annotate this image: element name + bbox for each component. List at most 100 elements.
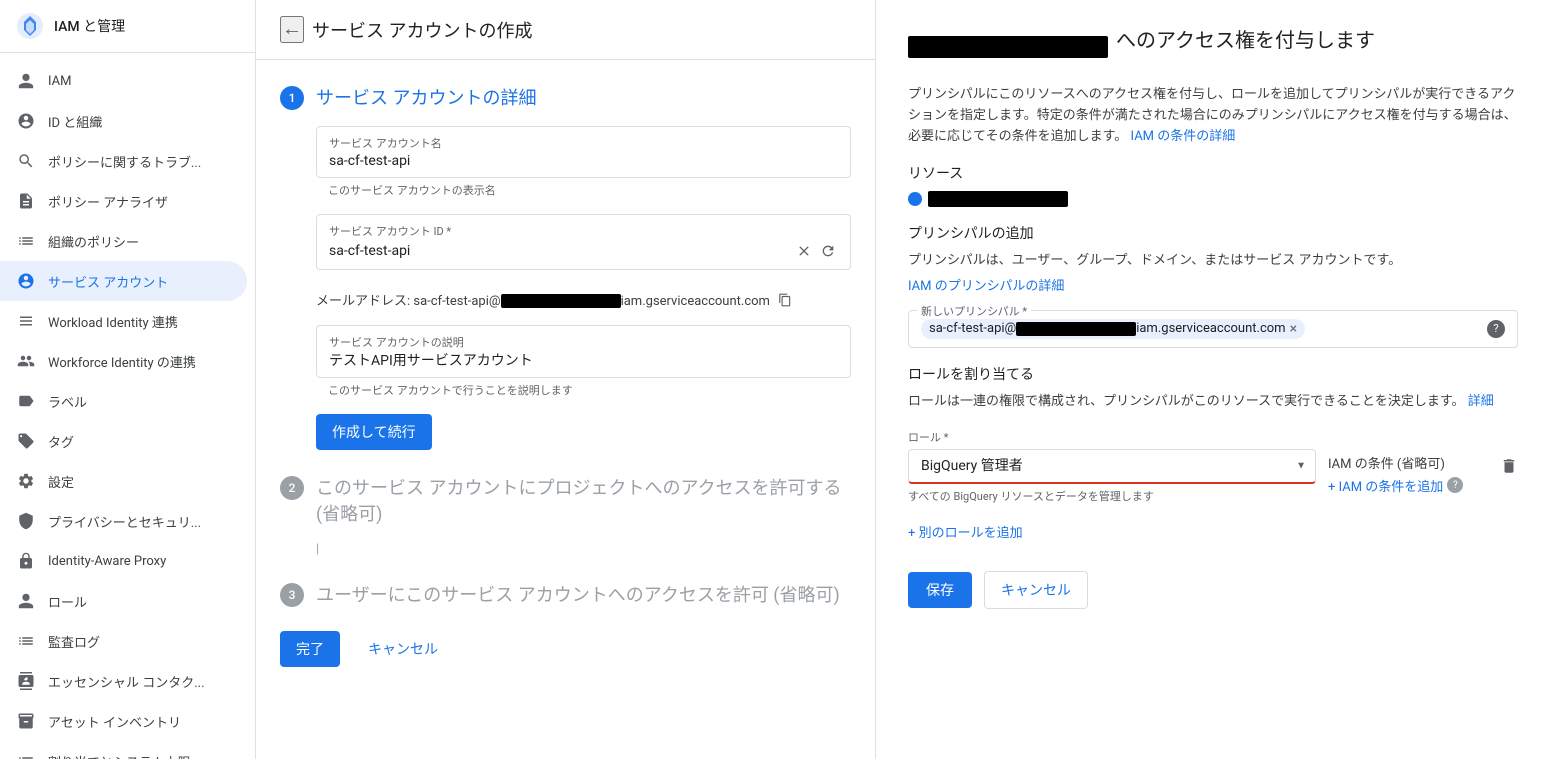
service-account-desc-hint: このサービス アカウントで行うことを説明します (316, 382, 851, 398)
right-panel-title-row: へのアクセス権を付与します (908, 24, 1518, 69)
resource-name-redacted (928, 191, 1068, 207)
page-title: サービス アカウントの作成 (312, 17, 532, 43)
right-panel: へのアクセス権を付与します プリンシパルにこのリソースへのアクセス権を付与し、ロ… (876, 0, 1550, 759)
done-button[interactable]: 完了 (280, 631, 340, 667)
service-account-id-input[interactable] (329, 243, 790, 259)
tag-icon (16, 431, 36, 451)
step3-header: 3 ユーザーにこのサービス アカウントへのアクセスを許可 (省略可) (280, 581, 851, 607)
copy-email-button[interactable] (776, 291, 794, 309)
policy-icon (16, 191, 36, 211)
sidebar-item-settings[interactable]: 設定 (0, 461, 247, 501)
add-principal-label: プリンシパルの追加 (908, 223, 1518, 243)
sidebar-item-workload-identity[interactable]: Workload Identity 連携 (0, 301, 247, 341)
service-account-name-input[interactable] (329, 153, 838, 169)
right-panel-bottom-actions: 保存 キャンセル (908, 571, 1518, 609)
sidebar-item-policy-troubleshoot[interactable]: ポリシーに関するトラブ... (0, 141, 247, 181)
audit-icon (16, 631, 36, 651)
sidebar-nav: IAM ID と組織 ポリシーに関するトラブ... ポリシー アナライザ (0, 53, 255, 759)
contacts-icon (16, 671, 36, 691)
iam-conditions-detail-link[interactable]: IAM の条件の詳細 (1131, 129, 1236, 144)
label-icon (16, 391, 36, 411)
add-another-role-button[interactable]: + 別のロールを追加 (908, 516, 1023, 547)
refresh-id-button[interactable] (818, 241, 838, 261)
service-account-name-group: サービス アカウント名 このサービス アカウントの表示名 (316, 126, 851, 198)
role-select[interactable]: BigQuery 管理者 (908, 449, 1316, 484)
list-icon (16, 231, 36, 251)
sidebar-item-labels[interactable]: ラベル (0, 381, 247, 421)
right-panel-title-redacted (908, 36, 1108, 58)
sidebar-item-service-accounts[interactable]: サービス アカウント (0, 261, 247, 301)
sidebar-item-workforce-identity-label: Workforce Identity の連携 (48, 352, 196, 371)
sidebar-item-tags-label: タグ (48, 432, 74, 451)
sidebar-item-audit-logs-label: 監査ログ (48, 632, 100, 651)
sidebar-item-asset-inventory[interactable]: アセット インベントリ (0, 701, 247, 741)
service-account-name-field: サービス アカウント名 (316, 126, 851, 178)
sidebar-item-policy-analyzer[interactable]: ポリシー アナライザ (0, 181, 247, 221)
search-icon (16, 151, 36, 171)
principal-tag-text: sa-cf-test-api@ iam.gserviceaccount.com (929, 321, 1286, 336)
service-account-id-field: サービス アカウント ID * (316, 214, 851, 270)
sidebar-item-privacy[interactable]: プライバシーとセキュリ... (0, 501, 247, 541)
iam-condition-help-row: + IAM の条件を追加 ? (1328, 476, 1463, 495)
role-detail-link[interactable]: 詳細 (1468, 394, 1494, 409)
left-panel: ← サービス アカウントの作成 1 サービス アカウントの詳細 サービス アカウ… (256, 0, 876, 759)
create-continue-button[interactable]: 作成して続行 (316, 414, 432, 450)
step1-number: 1 (280, 86, 304, 110)
roles-icon (16, 591, 36, 611)
sidebar-item-essential-contacts[interactable]: エッセンシャル コンタク... (0, 661, 247, 701)
cancel-bottom-button[interactable]: キャンセル (352, 631, 454, 667)
principal-tag-close[interactable]: × (1290, 321, 1297, 337)
resource-row (908, 191, 1518, 207)
add-iam-condition-link[interactable]: + IAM の条件を追加 (1328, 476, 1443, 495)
sidebar-item-org-policy[interactable]: 組織のポリシー (0, 221, 247, 261)
principal-tag: sa-cf-test-api@ iam.gserviceaccount.com … (921, 319, 1305, 339)
role-row: ロール * BigQuery 管理者 すべての BigQuery リソースとデー… (908, 429, 1518, 504)
step2-title: このサービス アカウントにプロジェクトへのアクセスを許可する (省略可) (316, 474, 851, 526)
role-label: ロール * (908, 429, 948, 445)
principal-desc: プリンシパルは、ユーザー、グループ、ドメイン、またはサービス アカウントです。 (908, 251, 1518, 271)
email-redacted (501, 294, 621, 308)
sidebar-item-iam-label: IAM (48, 74, 71, 89)
role-select-container: BigQuery 管理者 (908, 449, 1316, 484)
sidebar-item-id-org-label: ID と組織 (48, 112, 102, 131)
principal-help-icon[interactable]: ? (1487, 320, 1505, 338)
step2-header: 2 このサービス アカウントにプロジェクトへのアクセスを許可する (省略可) (280, 474, 851, 526)
sidebar-item-workforce-identity[interactable]: Workforce Identity の連携 (0, 341, 247, 381)
cancel-right-button[interactable]: キャンセル (984, 571, 1088, 609)
service-account-desc-input[interactable] (329, 352, 838, 368)
sidebar-item-roles[interactable]: ロール (0, 581, 247, 621)
vpn-icon (16, 551, 36, 571)
service-account-id-row (329, 241, 838, 261)
back-button[interactable]: ← (280, 16, 304, 43)
iam-principal-link-row: IAM のプリンシパルの詳細 (908, 275, 1518, 294)
save-button[interactable]: 保存 (908, 572, 972, 608)
iam-condition-optional-label: IAM の条件 (省略可) (1328, 453, 1445, 472)
quota-icon (16, 751, 36, 759)
step2-content: | (280, 542, 851, 557)
service-account-id-label: サービス アカウント ID * (329, 223, 838, 239)
sidebar-item-quota-label: 割り当てとシステム上限 (48, 752, 191, 759)
step1-title: サービス アカウントの詳細 (316, 84, 536, 110)
workforce-icon (16, 351, 36, 371)
manage-accounts-icon (16, 271, 36, 291)
iam-condition-help-icon[interactable]: ? (1447, 477, 1463, 493)
sidebar-item-id-org[interactable]: ID と組織 (0, 101, 247, 141)
principal-section: プリンシパルは、ユーザー、グループ、ドメイン、またはサービス アカウントです。 … (908, 251, 1518, 294)
account-circle-icon (16, 111, 36, 131)
new-principal-label: 新しいプリンシパル * (917, 303, 1031, 319)
sidebar-item-quota[interactable]: 割り当てとシステム上限 (0, 741, 247, 759)
sidebar-item-tags[interactable]: タグ (0, 421, 247, 461)
step3-title: ユーザーにこのサービス アカウントへのアクセスを許可 (省略可) (316, 581, 840, 607)
sidebar-item-labels-label: ラベル (48, 392, 87, 411)
sidebar-item-audit-logs[interactable]: 監査ログ (0, 621, 247, 661)
clear-id-button[interactable] (794, 241, 814, 261)
delete-role-button[interactable] (1500, 429, 1518, 480)
workload-icon (16, 311, 36, 331)
iam-principal-link[interactable]: IAM のプリンシパルの詳細 (908, 279, 1064, 294)
step3-section: 3 ユーザーにこのサービス アカウントへのアクセスを許可 (省略可) (280, 581, 851, 607)
sidebar-item-iap[interactable]: Identity-Aware Proxy (0, 541, 247, 581)
clear-icon (796, 243, 812, 259)
left-panel-content: 1 サービス アカウントの詳細 サービス アカウント名 このサービス アカウント… (256, 60, 875, 759)
sidebar-item-iam[interactable]: IAM (0, 61, 247, 101)
email-row: メールアドレス: sa-cf-test-api@ iam.gserviceacc… (316, 286, 851, 313)
